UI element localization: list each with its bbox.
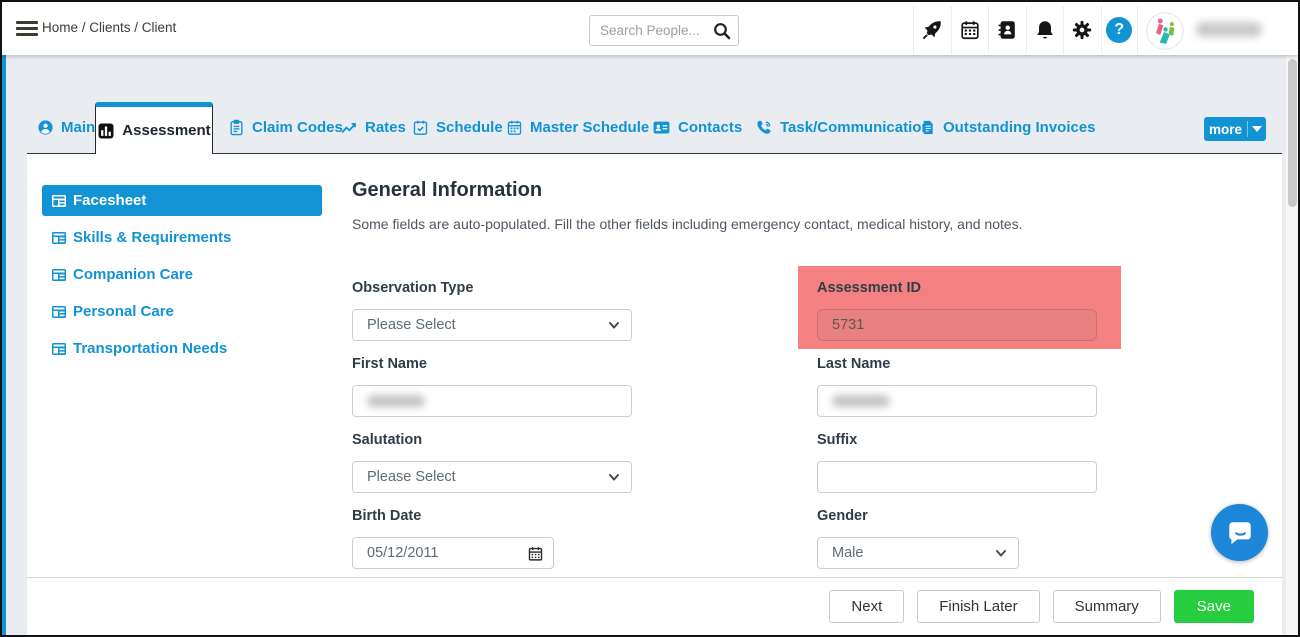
birth-date-input[interactable]: 05/12/2011 — [352, 537, 554, 569]
breadcrumb[interactable]: Home / Clients / Client — [42, 20, 176, 35]
chevron-down-icon — [606, 317, 622, 337]
facesheet-sidenav: Facesheet Skills & Requirements Companio… — [42, 185, 322, 370]
tab-main[interactable]: Main — [37, 102, 95, 153]
salutation-select[interactable]: Please Select — [352, 461, 632, 493]
calendar-check-icon — [412, 119, 429, 136]
hamburger-menu-icon[interactable] — [16, 21, 38, 36]
scrollbar-thumb[interactable] — [1288, 59, 1297, 207]
chat-bubble-icon — [1225, 518, 1255, 548]
sidebar-item-facesheet[interactable]: Facesheet — [42, 185, 322, 216]
page-title: General Information — [352, 179, 542, 202]
redacted-last-name — [832, 395, 890, 407]
sidebar-item-skills-requirements[interactable]: Skills & Requirements — [42, 222, 322, 253]
tab-outstanding-invoices[interactable]: Outstanding Invoices — [920, 102, 1096, 153]
sidebar-item-transportation-needs[interactable]: Transportation Needs — [42, 333, 322, 364]
rocket-icon[interactable] — [913, 6, 951, 54]
save-button[interactable]: Save — [1174, 590, 1254, 623]
calendar-grid-icon — [506, 119, 523, 136]
observation-type-select[interactable]: Please Select — [352, 309, 632, 341]
bell-icon[interactable] — [1026, 6, 1064, 54]
form-card-icon — [52, 343, 66, 355]
field-first-name: First Name — [352, 355, 632, 417]
help-icon[interactable]: ? — [1101, 6, 1139, 54]
chevron-down-icon — [993, 545, 1009, 565]
chevron-down-icon — [606, 469, 622, 489]
form-card-icon — [52, 195, 66, 207]
tab-task-communication[interactable]: Task/Communication — [756, 102, 931, 153]
finish-later-button[interactable]: Finish Later — [917, 590, 1039, 623]
first-name-input[interactable] — [352, 385, 632, 417]
field-suffix: Suffix — [817, 431, 1097, 493]
contacts-book-icon[interactable] — [988, 6, 1026, 54]
invoice-icon — [920, 119, 936, 136]
id-card-icon — [652, 118, 671, 137]
summary-button[interactable]: Summary — [1053, 590, 1161, 623]
form-footer: Next Finish Later Summary Save — [27, 577, 1282, 635]
field-observation-type: Observation Type Please Select — [352, 279, 632, 341]
trend-icon — [340, 119, 358, 137]
form-card-icon — [52, 306, 66, 318]
calendar-icon[interactable] — [951, 6, 989, 54]
bar-chart-icon — [97, 122, 115, 140]
next-button[interactable]: Next — [829, 590, 904, 623]
redacted-first-name — [367, 395, 425, 407]
page-scrollbar — [1286, 55, 1298, 635]
field-assessment-id: Assessment ID 5731 — [817, 279, 1097, 341]
clipboard-icon — [228, 119, 245, 136]
gender-select[interactable]: Male — [817, 537, 1019, 569]
tab-contacts[interactable]: Contacts — [652, 102, 742, 153]
chat-launcher-button[interactable] — [1211, 504, 1268, 561]
page-subtitle: Some fields are auto-populated. Fill the… — [352, 216, 1023, 232]
assessment-panel: Facesheet Skills & Requirements Companio… — [27, 153, 1282, 635]
form-card-icon — [52, 232, 66, 244]
tab-rates[interactable]: Rates — [340, 102, 406, 153]
tab-assessment[interactable]: Assessment — [95, 102, 213, 154]
user-icon — [37, 119, 54, 136]
search-icon[interactable] — [712, 21, 732, 46]
sidebar-item-personal-care[interactable]: Personal Care — [42, 296, 322, 327]
chevron-down-icon — [1248, 126, 1266, 132]
field-birth-date: Birth Date 05/12/2011 — [352, 507, 632, 569]
client-tabs: Main Assessment Claim Codes Rates Schedu… — [2, 102, 1286, 153]
field-last-name: Last Name — [817, 355, 1097, 417]
search-box — [589, 15, 739, 46]
field-gender: Gender Male — [817, 507, 1097, 569]
app-window: Home / Clients / Client — [0, 0, 1300, 637]
user-name-redacted[interactable] — [1196, 22, 1262, 37]
help-glyph: ? — [1106, 17, 1132, 43]
calendar-icon[interactable] — [527, 545, 544, 566]
suffix-input[interactable] — [817, 461, 1097, 493]
sidebar-item-companion-care[interactable]: Companion Care — [42, 259, 322, 290]
app-logo — [1146, 12, 1184, 50]
more-tabs-button[interactable]: more — [1204, 117, 1266, 141]
phone-icon — [756, 119, 773, 136]
tab-schedule[interactable]: Schedule — [412, 102, 503, 153]
field-salutation: Salutation Please Select — [352, 431, 632, 493]
gear-icon[interactable] — [1063, 6, 1101, 54]
header-action-icons: ? — [913, 6, 1138, 54]
last-name-input[interactable] — [817, 385, 1097, 417]
assessment-id-input[interactable]: 5731 — [817, 309, 1097, 341]
tab-master-schedule[interactable]: Master Schedule — [506, 102, 649, 153]
top-header: Home / Clients / Client — [2, 2, 1298, 55]
form-card-icon — [52, 269, 66, 281]
tab-claim-codes[interactable]: Claim Codes — [228, 102, 343, 153]
